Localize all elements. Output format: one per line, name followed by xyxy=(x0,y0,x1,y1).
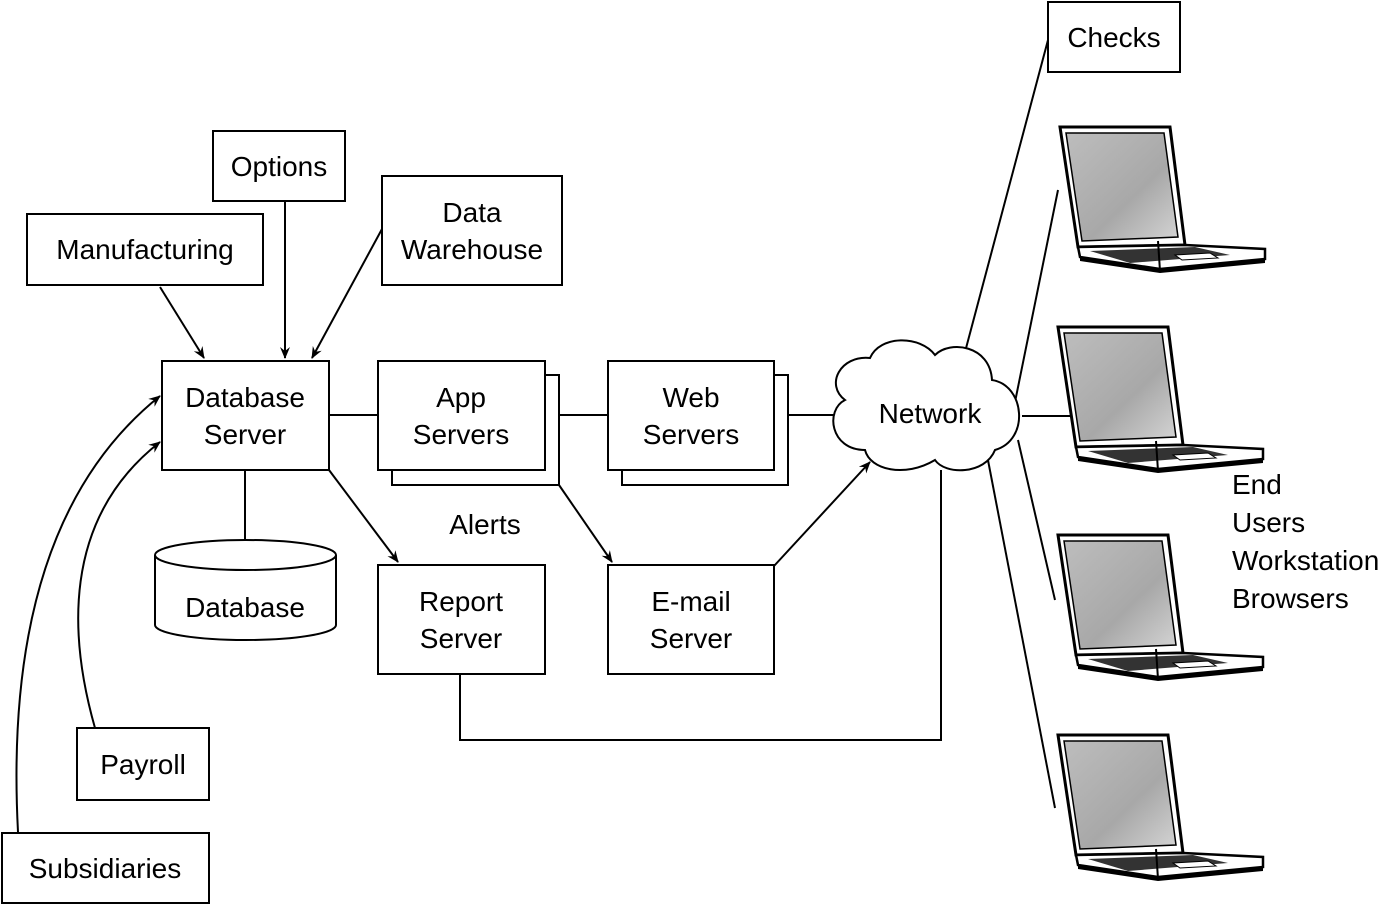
app-servers-label-1: App xyxy=(436,382,486,413)
line-network-to-laptop-4 xyxy=(986,454,1056,809)
end-users-line-1: End xyxy=(1232,469,1282,500)
system-diagram: Checks Options Manufacturing Data Wareho… xyxy=(1,1,1379,904)
line-network-to-laptop-1 xyxy=(1014,189,1059,403)
report-server-label-2: Server xyxy=(420,623,502,654)
end-users-line-3: Workstation xyxy=(1232,545,1379,576)
node-database-server: Database Server xyxy=(161,360,330,471)
arrow-payroll-to-db xyxy=(77,441,161,729)
laptop-icon xyxy=(1056,325,1265,475)
arrow-db-to-report xyxy=(328,469,399,563)
arrow-manufacturing-to-db xyxy=(159,286,205,359)
options-label: Options xyxy=(231,151,328,182)
end-users-label: End Users Workstation Browsers xyxy=(1232,469,1379,614)
web-servers-label-2: Servers xyxy=(643,419,739,450)
payroll-label: Payroll xyxy=(100,749,186,780)
checks-label: Checks xyxy=(1067,22,1160,53)
node-manufacturing: Manufacturing xyxy=(26,213,264,286)
node-payroll: Payroll xyxy=(76,727,210,801)
node-app-servers: App Servers xyxy=(377,360,560,486)
email-server-label-1: E-mail xyxy=(651,586,730,617)
web-servers-label-1: Web xyxy=(662,382,719,413)
subsidiaries-label: Subsidiaries xyxy=(29,853,182,884)
data-warehouse-label-2: Warehouse xyxy=(401,234,543,265)
laptop-icon xyxy=(1058,125,1267,275)
end-users-line-2: Users xyxy=(1232,507,1305,538)
node-email-server: E-mail Server xyxy=(607,564,775,675)
node-data-warehouse: Data Warehouse xyxy=(381,175,563,286)
node-checks: Checks xyxy=(1047,1,1181,73)
node-report-server: Report Server xyxy=(377,564,546,675)
report-server-label-1: Report xyxy=(419,586,503,617)
node-database: Database xyxy=(154,539,337,641)
node-subsidiaries: Subsidiaries xyxy=(1,832,210,904)
end-users-line-4: Browsers xyxy=(1232,583,1349,614)
node-network: Network xyxy=(832,339,1020,472)
line-network-to-laptop-3 xyxy=(1017,439,1056,601)
app-servers-label-2: Servers xyxy=(413,419,509,450)
laptop-icon xyxy=(1056,733,1265,883)
database-server-label-2: Server xyxy=(204,419,286,450)
arrow-app-to-email xyxy=(558,484,613,563)
database-server-label-1: Database xyxy=(185,382,305,413)
node-web-servers: Web Servers xyxy=(607,360,789,486)
arrow-warehouse-to-db xyxy=(311,228,383,359)
data-warehouse-label-1: Data xyxy=(442,197,502,228)
network-label: Network xyxy=(879,398,983,429)
email-server-label-2: Server xyxy=(650,623,732,654)
manufacturing-label: Manufacturing xyxy=(56,234,233,265)
node-options: Options xyxy=(212,130,346,202)
database-label: Database xyxy=(185,592,305,623)
alerts-label: Alerts xyxy=(449,509,521,540)
